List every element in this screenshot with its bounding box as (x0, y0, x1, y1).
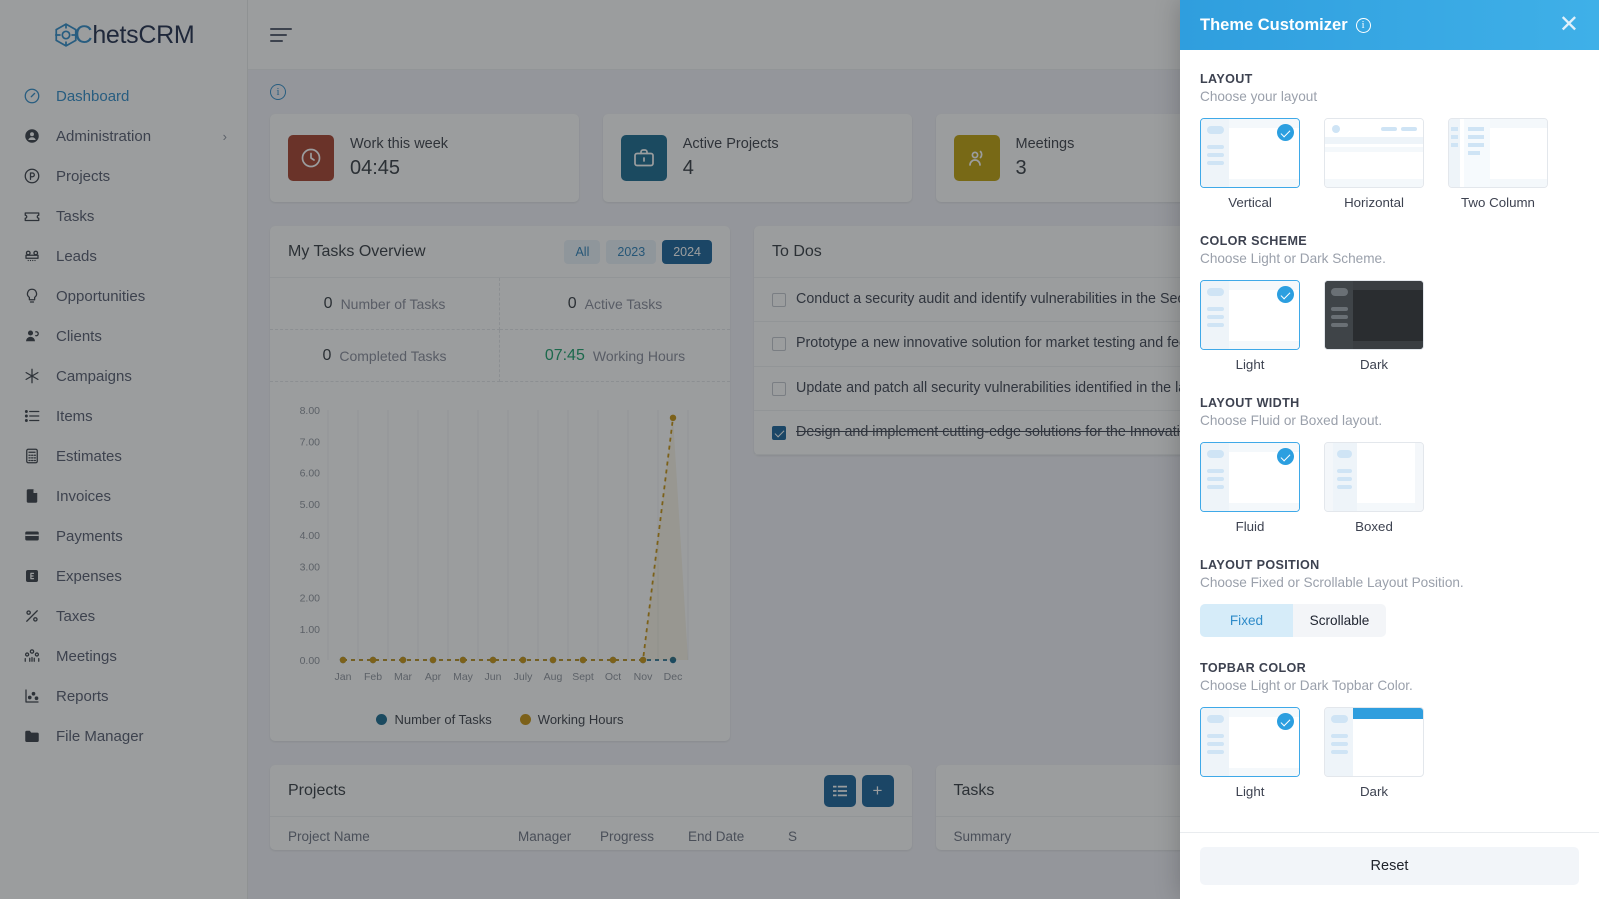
check-icon (1277, 448, 1294, 465)
layout-width-options: Fluid Boxed (1200, 442, 1579, 534)
check-icon (1277, 286, 1294, 303)
theme-option-light[interactable]: Light (1200, 707, 1300, 799)
close-icon[interactable]: ✕ (1559, 13, 1579, 37)
section-title: LAYOUT WIDTH (1200, 396, 1300, 410)
section-layout-position: LAYOUT POSITION Choose Fixed or Scrollab… (1200, 558, 1579, 637)
info-circle-icon[interactable]: i (1355, 17, 1371, 33)
theme-option-label: Fluid (1235, 519, 1265, 534)
theme-panel-body: LAYOUT Choose your layout Vertical Horizo… (1180, 50, 1599, 832)
theme-panel-header: Theme Customizer i ✕ (1180, 0, 1599, 50)
layout-position-toggle: Fixed Scrollable (1200, 604, 1386, 637)
check-icon (1277, 124, 1294, 141)
section-title: TOPBAR COLOR (1200, 661, 1307, 675)
theme-option-two-column[interactable]: Two Column (1448, 118, 1548, 210)
theme-option-thumbnail[interactable] (1324, 118, 1424, 188)
theme-option-label: Two Column (1461, 195, 1535, 210)
section-subtitle: Choose Fixed or Scrollable Layout Positi… (1200, 575, 1464, 590)
section-title: LAYOUT (1200, 72, 1253, 86)
theme-option-thumbnail[interactable] (1200, 442, 1300, 512)
theme-option-vertical[interactable]: Vertical (1200, 118, 1300, 210)
section-subtitle: Choose your layout (1200, 89, 1318, 104)
theme-panel-title: Theme Customizer (1200, 15, 1348, 34)
theme-option-label: Boxed (1355, 519, 1393, 534)
theme-option-fluid[interactable]: Fluid (1200, 442, 1300, 534)
theme-option-label: Light (1235, 357, 1265, 372)
layout-options: Vertical Horizontal Two Column (1200, 118, 1579, 210)
theme-option-label: Vertical (1228, 195, 1272, 210)
section-layout-width: LAYOUT WIDTH Choose Fluid or Boxed layou… (1200, 396, 1579, 534)
theme-customizer-panel: Theme Customizer i ✕ LAYOUT Choose your … (1180, 0, 1599, 899)
theme-option-label: Dark (1359, 357, 1389, 372)
theme-option-thumbnail[interactable] (1324, 442, 1424, 512)
theme-option-horizontal[interactable]: Horizontal (1324, 118, 1424, 210)
layout-position-fixed[interactable]: Fixed (1200, 604, 1293, 637)
section-color-scheme: COLOR SCHEME Choose Light or Dark Scheme… (1200, 234, 1579, 372)
theme-option-thumbnail[interactable] (1448, 118, 1548, 188)
color-scheme-options: Light Dark (1200, 280, 1579, 372)
theme-option-label: Light (1235, 784, 1265, 799)
theme-option-dark[interactable]: Dark (1324, 707, 1424, 799)
theme-option-light[interactable]: Light (1200, 280, 1300, 372)
section-topbar-color: TOPBAR COLOR Choose Light or Dark Topbar… (1200, 661, 1579, 799)
reset-button[interactable]: Reset (1200, 847, 1579, 885)
section-subtitle: Choose Light or Dark Topbar Color. (1200, 678, 1413, 693)
theme-option-thumbnail[interactable] (1200, 118, 1300, 188)
topbar-color-options: Light Dark (1200, 707, 1579, 799)
section-title: LAYOUT POSITION (1200, 558, 1320, 572)
theme-option-thumbnail[interactable] (1200, 280, 1300, 350)
theme-option-label: Horizontal (1344, 195, 1404, 210)
section-title: COLOR SCHEME (1200, 234, 1308, 248)
section-subtitle: Choose Light or Dark Scheme. (1200, 251, 1386, 266)
layout-position-scrollable[interactable]: Scrollable (1293, 604, 1386, 637)
theme-option-thumbnail[interactable] (1200, 707, 1300, 777)
theme-option-thumbnail[interactable] (1324, 280, 1424, 350)
theme-panel-footer: Reset (1180, 832, 1599, 899)
theme-option-thumbnail[interactable] (1324, 707, 1424, 777)
check-icon (1277, 713, 1294, 730)
section-layout: LAYOUT Choose your layout Vertical Horizo… (1200, 72, 1579, 210)
theme-option-boxed[interactable]: Boxed (1324, 442, 1424, 534)
theme-option-label: Dark (1359, 784, 1389, 799)
theme-option-dark[interactable]: Dark (1324, 280, 1424, 372)
section-subtitle: Choose Fluid or Boxed layout. (1200, 413, 1383, 428)
